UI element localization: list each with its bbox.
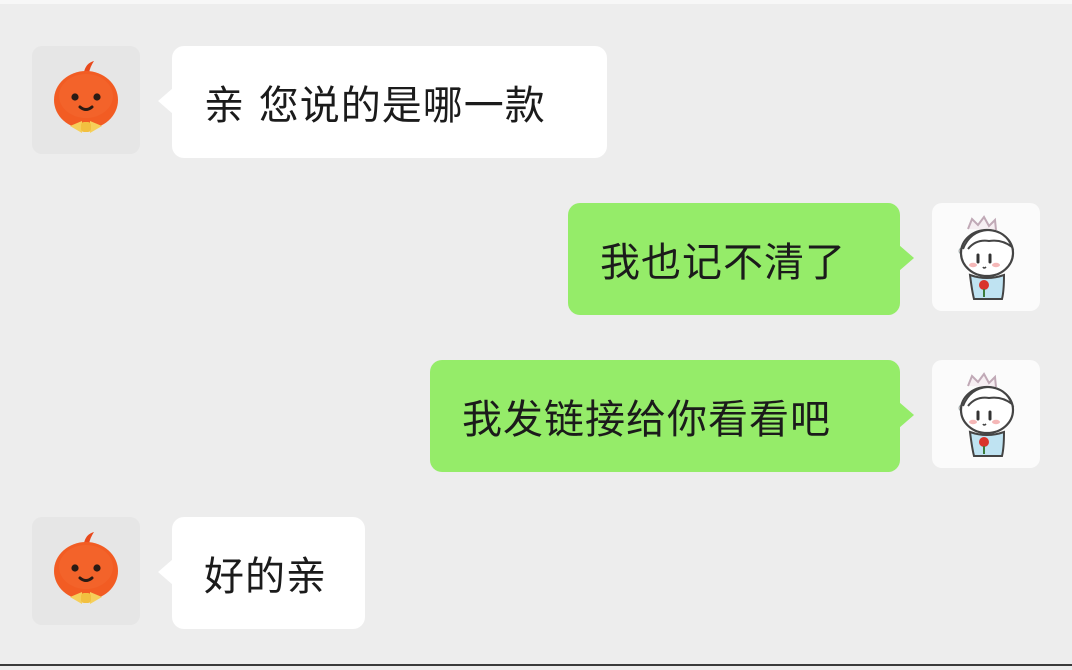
orange-mascot-icon <box>54 61 118 133</box>
message-bubble[interactable]: 我也记不清了 <box>568 203 914 315</box>
message-text: 好的亲 <box>204 554 327 600</box>
message-bubble[interactable]: 亲 您说的是哪一款 <box>158 46 607 158</box>
seller-avatar[interactable] <box>32 517 140 625</box>
cartoon-boy-icon <box>958 372 1015 457</box>
user-avatar[interactable] <box>932 360 1040 468</box>
message-bubble[interactable]: 好的亲 <box>158 517 365 629</box>
cartoon-boy-icon <box>958 215 1015 300</box>
user-avatar[interactable] <box>932 203 1040 311</box>
bottom-divider <box>0 664 1072 666</box>
chat-window: 亲 您说的是哪一款 我也记不清了 我发链接给你看看吧 好的亲 <box>0 0 1072 670</box>
message-text: 我也记不清了 <box>600 240 846 286</box>
message-text: 我发链接给你看看吧 <box>462 397 831 443</box>
bubble-tail <box>158 88 173 114</box>
message-bubble[interactable]: 我发链接给你看看吧 <box>430 360 914 472</box>
bubble-tail <box>899 402 914 428</box>
message-text: 亲 您说的是哪一款 <box>204 83 546 129</box>
orange-mascot-icon <box>54 532 118 604</box>
seller-avatar[interactable] <box>32 46 140 154</box>
bubble-tail <box>158 559 173 585</box>
top-divider <box>0 0 1072 4</box>
bubble-tail <box>899 245 914 271</box>
